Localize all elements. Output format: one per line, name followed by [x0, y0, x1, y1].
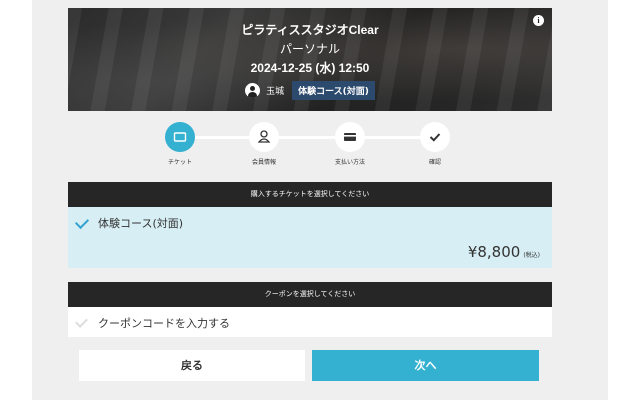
- progress-stepper: チケット 会員情報 支払い方法 確認: [150, 120, 460, 170]
- step-label: 支払い方法: [334, 159, 365, 166]
- price-value: ¥8,800: [467, 243, 521, 261]
- studio-hero-banner: ピラティススタジオClear パーソナル 2024-12-25 (水) 12:5…: [68, 8, 552, 111]
- coupon-code-label: クーポンコードを入力する: [98, 317, 230, 330]
- reservation-datetime: 2024-12-25 (水) 12:50: [250, 61, 370, 75]
- ticket-option-selected[interactable]: 体験コース(対面) ¥8,800 (税込): [68, 207, 552, 268]
- step-ticket: チケット: [150, 122, 210, 166]
- step-payment-method: 支払い方法: [320, 122, 380, 166]
- ticket-section-heading: 購入するチケットを選択してください: [68, 182, 552, 207]
- staff-name: 玉城: [266, 87, 285, 97]
- user-icon: [249, 122, 279, 152]
- ticket-price: ¥8,800 (税込): [468, 243, 540, 261]
- ticket-row: 体験コース(対面): [74, 214, 184, 231]
- back-button[interactable]: 戻る: [79, 350, 305, 381]
- checkmark-icon: [75, 315, 88, 328]
- stepper-line: [180, 136, 430, 139]
- step-member-info: 会員情報: [234, 122, 294, 166]
- step-label: 確認: [428, 159, 441, 166]
- course-badge: 体験コース(対面): [292, 81, 375, 100]
- staff-avatar-icon: [245, 83, 261, 98]
- step-label: チケット: [167, 159, 192, 166]
- ticket-name: 体験コース(対面): [98, 217, 184, 230]
- info-icon[interactable]: i: [533, 15, 544, 26]
- checkmark-icon: [74, 214, 90, 229]
- next-button[interactable]: 次へ: [312, 350, 539, 381]
- ticket-icon: [165, 122, 195, 152]
- coupon-section-heading: クーポンを選択してください: [68, 282, 552, 307]
- tax-note: (税込): [523, 252, 540, 259]
- coupon-row: クーポンコードを入力する: [75, 315, 230, 331]
- credit-card-icon: [335, 122, 365, 152]
- step-label: 会員情報: [251, 159, 276, 166]
- step-confirm: 確認: [405, 122, 465, 166]
- coupon-option[interactable]: クーポンコードを入力する: [68, 307, 552, 337]
- studio-name: ピラティススタジオClear: [241, 23, 379, 37]
- menu-name: パーソナル: [279, 42, 340, 56]
- check-icon: [420, 122, 450, 152]
- staff-row: 玉城 体験コース(対面): [68, 81, 552, 100]
